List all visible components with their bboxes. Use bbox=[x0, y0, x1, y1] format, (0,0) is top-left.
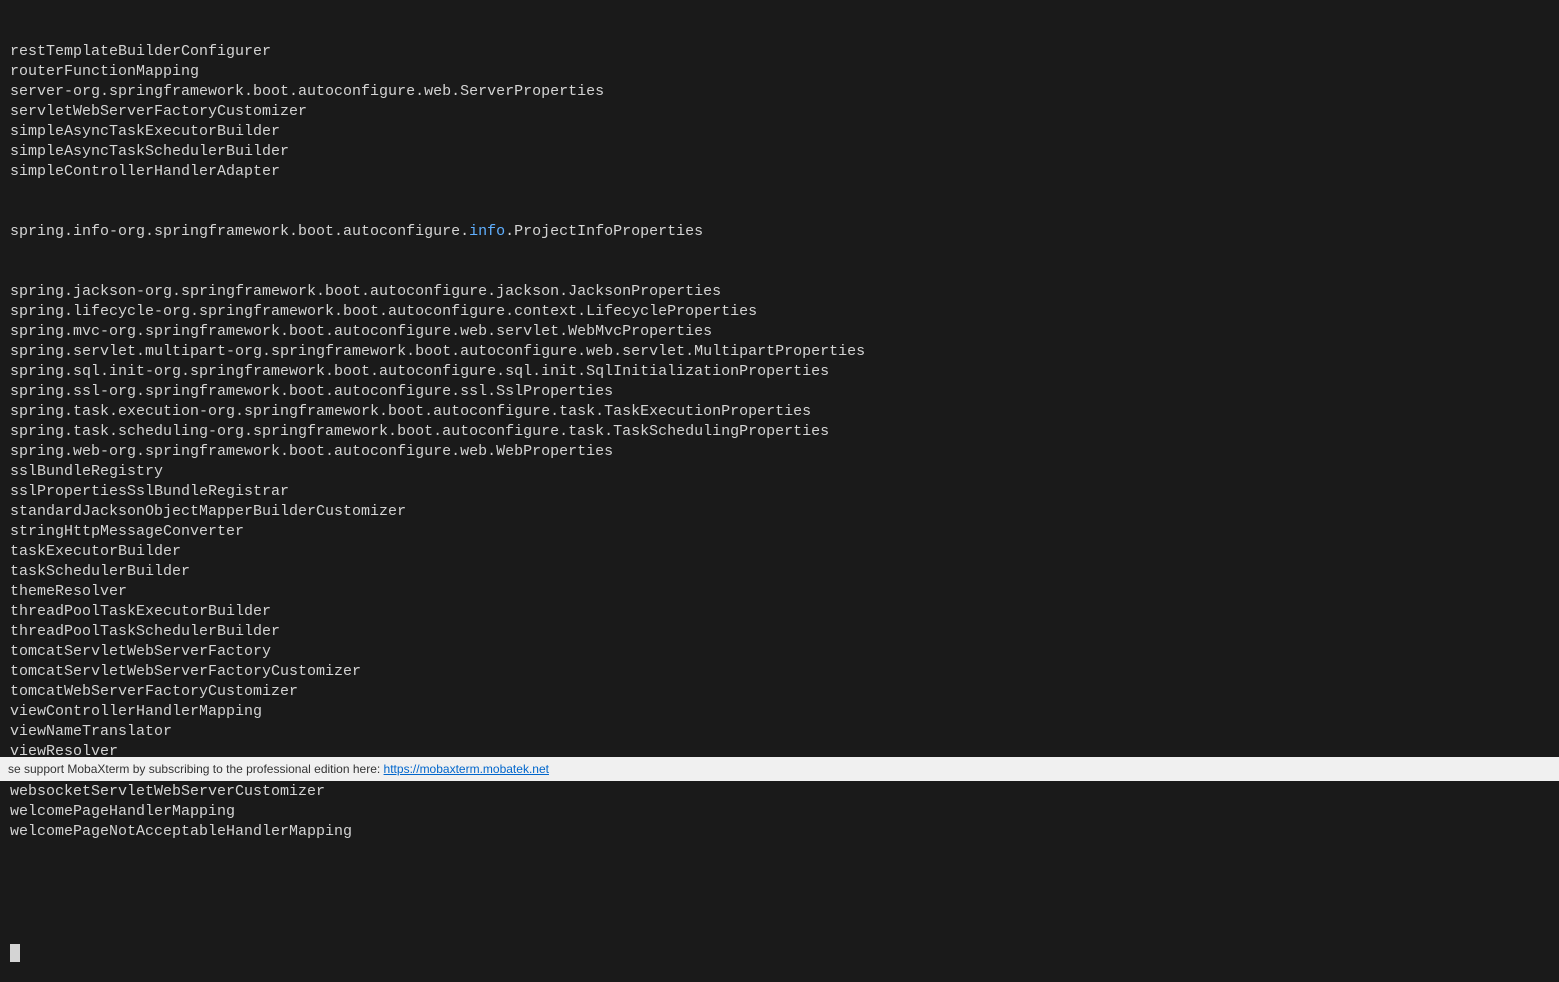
terminal-line: spring.ssl-org.springframework.boot.auto… bbox=[10, 382, 1549, 402]
terminal-text: spring.info-org.springframework.boot.aut… bbox=[10, 223, 469, 240]
terminal-line: taskExecutorBuilder bbox=[10, 542, 1549, 562]
terminal-line: sslPropertiesSslBundleRegistrar bbox=[10, 482, 1549, 502]
terminal-text: .ProjectInfoProperties bbox=[505, 223, 703, 240]
terminal-line: spring.sql.init-org.springframework.boot… bbox=[10, 362, 1549, 382]
terminal-line: tomcatWebServerFactoryCustomizer bbox=[10, 682, 1549, 702]
terminal-line: spring.task.scheduling-org.springframewo… bbox=[10, 422, 1549, 442]
terminal-line: tomcatServletWebServerFactoryCustomizer bbox=[10, 662, 1549, 682]
terminal-output[interactable]: restTemplateBuilderConfigurerrouterFunct… bbox=[10, 0, 1549, 982]
highlighted-text: info bbox=[469, 223, 505, 240]
terminal-line: spring.lifecycle-org.springframework.boo… bbox=[10, 302, 1549, 322]
terminal-line: simpleAsyncTaskSchedulerBuilder bbox=[10, 142, 1549, 162]
terminal-line: sslBundleRegistry bbox=[10, 462, 1549, 482]
cursor bbox=[10, 944, 20, 962]
terminal-line: threadPoolTaskSchedulerBuilder bbox=[10, 622, 1549, 642]
terminal-line: spring.info-org.springframework.boot.aut… bbox=[10, 222, 1549, 242]
terminal-line: spring.servlet.multipart-org.springframe… bbox=[10, 342, 1549, 362]
terminal-line: stringHttpMessageConverter bbox=[10, 522, 1549, 542]
terminal-line: servletWebServerFactoryCustomizer bbox=[10, 102, 1549, 122]
footer-text: se support MobaXterm by subscribing to t… bbox=[8, 762, 384, 776]
terminal-line: viewControllerHandlerMapping bbox=[10, 702, 1549, 722]
prompt-line bbox=[10, 942, 1549, 962]
terminal-line: welcomePageHandlerMapping bbox=[10, 802, 1549, 822]
terminal-line: themeResolver bbox=[10, 582, 1549, 602]
terminal-line: restTemplateBuilderConfigurer bbox=[10, 42, 1549, 62]
terminal-line: routerFunctionMapping bbox=[10, 62, 1549, 82]
footer-bar: se support MobaXterm by subscribing to t… bbox=[0, 757, 1559, 781]
terminal-line: spring.mvc-org.springframework.boot.auto… bbox=[10, 322, 1549, 342]
terminal-line: simpleControllerHandlerAdapter bbox=[10, 162, 1549, 182]
blank-line bbox=[10, 882, 1549, 902]
terminal-line: viewNameTranslator bbox=[10, 722, 1549, 742]
terminal-line: standardJacksonObjectMapperBuilderCustom… bbox=[10, 502, 1549, 522]
terminal-line: threadPoolTaskExecutorBuilder bbox=[10, 602, 1549, 622]
terminal-line: websocketServletWebServerCustomizer bbox=[10, 782, 1549, 802]
terminal-line: spring.web-org.springframework.boot.auto… bbox=[10, 442, 1549, 462]
terminal-line: taskSchedulerBuilder bbox=[10, 562, 1549, 582]
terminal-line: spring.task.execution-org.springframewor… bbox=[10, 402, 1549, 422]
terminal-line: server-org.springframework.boot.autoconf… bbox=[10, 82, 1549, 102]
terminal-line: simpleAsyncTaskExecutorBuilder bbox=[10, 122, 1549, 142]
footer-link[interactable]: https://mobaxterm.mobatek.net bbox=[384, 762, 549, 776]
terminal-line: tomcatServletWebServerFactory bbox=[10, 642, 1549, 662]
terminal-line: welcomePageNotAcceptableHandlerMapping bbox=[10, 822, 1549, 842]
terminal-line: spring.jackson-org.springframework.boot.… bbox=[10, 282, 1549, 302]
